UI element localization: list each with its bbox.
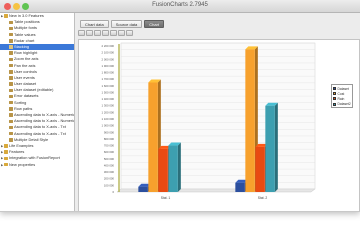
folder-icon	[4, 156, 8, 161]
tab-chart-data[interactable]: Chart data	[80, 20, 109, 28]
document-icon	[9, 26, 13, 31]
y-tick-label: 1 100 000	[102, 117, 115, 121]
copy-icon[interactable]	[94, 30, 101, 36]
y-tick-label: 1 400 000	[102, 97, 115, 101]
tab-bar: Chart data Source data Chart	[76, 20, 360, 28]
y-tick-label: 1 700 000	[102, 77, 115, 81]
legend-label: Cost	[337, 91, 345, 96]
legend-label: Rain	[337, 96, 345, 101]
legend-label: Dataset2	[337, 102, 351, 107]
bar	[235, 182, 245, 192]
title-bar: FusionCharts 2.7945	[0, 0, 360, 13]
tree-item-label: New properties	[9, 161, 36, 167]
zoom-in-icon[interactable]	[102, 30, 109, 36]
zoom-out-icon[interactable]	[110, 30, 117, 36]
y-tick-label: 1 600 000	[102, 84, 115, 88]
chart-panel: 0 100 000 200 000 300 000 400 000 500 000 600 …	[78, 39, 360, 211]
bar	[265, 105, 275, 192]
tab-chart[interactable]: Chart	[144, 20, 165, 28]
refresh-icon[interactable]	[118, 30, 125, 36]
settings-icon[interactable]	[126, 30, 133, 36]
document-icon	[9, 113, 13, 117]
folder-icon	[4, 162, 8, 167]
y-tick-label: 500 000	[104, 157, 115, 161]
document-icon	[9, 100, 13, 105]
print-icon[interactable]	[86, 30, 93, 36]
document-icon	[9, 119, 13, 124]
bar	[245, 49, 255, 193]
y-tick-label: 2 200 000	[102, 44, 115, 48]
app-window: FusionCharts 2.7945 ▶ New in 3.0 Features…	[0, 0, 360, 212]
y-tick-label: 1 200 000	[102, 110, 115, 114]
save-icon[interactable]	[78, 30, 85, 36]
bar-side	[177, 142, 181, 192]
y-tick-label: 700 000	[104, 144, 115, 148]
document-icon	[9, 94, 13, 99]
tab-source-data[interactable]: Source data	[110, 20, 143, 28]
chart-legend: Dataset Cost Rain Dataset2	[331, 84, 353, 108]
bar	[138, 186, 148, 192]
document-icon	[9, 138, 13, 142]
document-icon	[9, 39, 13, 43]
bar	[158, 148, 168, 192]
document-icon	[9, 32, 13, 37]
legend-item: Dataset2	[333, 102, 351, 107]
y-tick-label: 0	[112, 190, 114, 194]
legend-swatch	[333, 87, 336, 91]
document-icon	[9, 57, 13, 62]
y-tick-label: 1 300 000	[102, 104, 115, 108]
y-tick-label: 1 900 000	[102, 64, 115, 68]
folder-icon	[4, 150, 8, 154]
y-tick-label: 400 000	[104, 163, 115, 167]
document-icon	[9, 88, 13, 93]
main-panel: Chart data Source data Chart 0 100 000 200 0…	[76, 13, 360, 211]
chart-toolbar	[78, 30, 133, 38]
legend-label: Dataset	[337, 86, 349, 91]
document-icon	[9, 51, 13, 55]
document-icon	[9, 63, 13, 68]
folder-icon	[4, 14, 8, 18]
document-icon	[9, 20, 13, 25]
bar	[168, 145, 178, 192]
document-icon	[9, 125, 13, 130]
legend-swatch	[333, 97, 336, 101]
y-tick-label: 1 800 000	[102, 71, 115, 75]
document-icon	[9, 45, 13, 49]
document-icon	[9, 82, 13, 86]
x-tick-label: Stat. 2	[258, 196, 268, 200]
sidebar-tree: ▶ New in 3.0 Features Table positions Multi…	[0, 13, 75, 211]
y-tick-label: 100 000	[104, 183, 115, 187]
document-icon	[9, 131, 13, 136]
tree-item[interactable]: ▶ New properties	[0, 162, 74, 168]
legend-swatch	[333, 92, 336, 96]
bar-chart: 0 100 000 200 000 300 000 400 000 500 000 600 …	[102, 42, 316, 200]
y-tick-label: 200 000	[104, 177, 115, 181]
y-tick-label: 2 000 000	[102, 57, 115, 61]
y-tick-label: 900 000	[104, 130, 115, 134]
document-icon	[9, 70, 13, 74]
y-tick-label: 300 000	[104, 170, 115, 174]
y-tick-label: 800 000	[104, 137, 115, 141]
y-tick-label: 2 100 000	[102, 51, 115, 55]
y-tick-label: 600 000	[104, 150, 115, 154]
x-tick-label: Stat. 1	[161, 196, 171, 200]
y-tick-label: 1 000 000	[102, 124, 115, 128]
bar-side	[274, 102, 278, 192]
y-tick-label: 1 500 000	[102, 90, 115, 94]
window-title: FusionCharts 2.7945	[152, 2, 208, 8]
folder-icon	[4, 144, 8, 148]
legend-swatch	[333, 102, 336, 106]
bar	[148, 82, 158, 192]
document-icon	[9, 76, 13, 80]
document-icon	[9, 107, 13, 111]
bar	[255, 146, 265, 192]
